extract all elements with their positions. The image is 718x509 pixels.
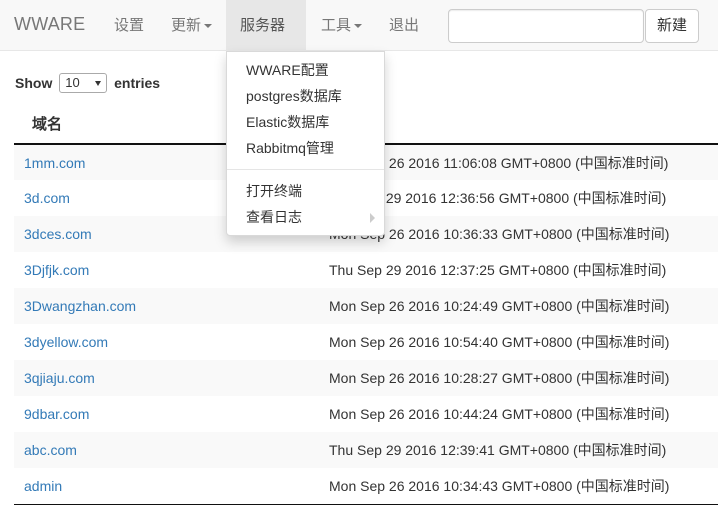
domain-link[interactable]: 3qjiaju.com [24,370,95,386]
time-cell: Mon Sep 26 2016 10:28:27 GMT+0800 (中国标准时… [319,360,718,396]
length-prefix: Show [15,75,53,92]
nav-update[interactable]: 更新 [157,0,226,51]
domain-link[interactable]: 3d.com [24,190,70,206]
menu-item-terminal[interactable]: 打开终端 [227,178,384,204]
nav-tools[interactable]: 工具 [307,0,376,51]
chevron-right-icon [370,213,375,223]
domain-link[interactable]: 9dbar.com [24,406,89,422]
domain-link[interactable]: admin [24,478,62,494]
caret-down-icon [354,24,363,29]
caret-down-icon [204,24,213,29]
nav-settings-label: 设置 [114,17,145,34]
length-suffix: entries [114,75,161,92]
nav-logout[interactable]: 退出 [375,0,433,51]
nav-tools-label: 工具 [321,17,352,34]
table-row: 3Dwangzhan.com Mon Sep 26 2016 10:24:49 … [14,288,718,324]
domain-link[interactable]: 3Djfjk.com [24,262,89,278]
server-dropdown-menu: WWARE配置 postgres数据库 Elastic数据库 Rabbitmq管… [226,51,385,236]
nav-server-label: 服务器 [240,17,286,34]
table-row: 3qjiaju.com Mon Sep 26 2016 10:28:27 GMT… [14,360,718,396]
menu-item-rabbitmq[interactable]: Rabbitmq管理 [227,135,384,161]
entries-length-control: Show 10 entries [15,71,161,94]
nav-settings[interactable]: 设置 [100,0,158,51]
menu-item-logs[interactable]: 查看日志 [227,204,384,230]
brand-logo[interactable]: WWARE [14,14,85,35]
table-row: 3Djfjk.com Thu Sep 29 2016 12:37:25 GMT+… [14,252,718,288]
new-button[interactable]: 新建 [645,9,699,43]
domain-link[interactable]: abc.com [24,442,77,458]
menu-item-elastic[interactable]: Elastic数据库 [227,109,384,135]
time-cell: Thu Sep 29 2016 12:37:25 GMT+0800 (中国标准时… [329,262,667,278]
time-cell: Mon Sep 26 2016 10:54:40 GMT+0800 (中国标准时… [329,334,670,350]
table-row: abc.com Thu Sep 29 2016 12:39:41 GMT+080… [14,432,718,468]
domain-link[interactable]: 3Dwangzhan.com [24,298,136,314]
entries-select[interactable]: 10 [59,73,108,94]
menu-item-wware-config[interactable]: WWARE配置 [227,57,384,83]
select-arrow-icon [95,81,102,87]
domain-link[interactable]: 1mm.com [24,155,85,171]
nav-server[interactable]: 服务器 [226,0,306,80]
time-cell: Mon Sep 26 2016 10:44:24 GMT+0800 (中国标准时… [329,406,670,422]
time-cell: Mon Sep 26 2016 10:34:43 GMT+0800 (中国标准时… [319,468,718,505]
domain-link[interactable]: 3dyellow.com [24,334,108,350]
new-item-input[interactable] [448,9,644,43]
time-cell: Mon Sep 26 2016 10:24:49 GMT+0800 (中国标准时… [319,288,718,324]
domain-link[interactable]: 3dces.com [24,226,92,242]
table-row: admin Mon Sep 26 2016 10:34:43 GMT+0800 … [14,468,718,505]
table-row: 9dbar.com Mon Sep 26 2016 10:44:24 GMT+0… [14,396,718,432]
nav-update-label: 更新 [171,17,202,34]
nav-logout-label: 退出 [389,17,420,34]
menu-item-logs-label: 查看日志 [246,209,302,225]
entries-select-value: 10 [65,75,80,91]
navbar: WWARE 设置 更新 服务器 工具 退出 新建 [0,0,718,80]
table-row: 3dyellow.com Mon Sep 26 2016 10:54:40 GM… [14,324,718,360]
time-cell: Thu Sep 29 2016 12:39:41 GMT+0800 (中国标准时… [319,432,718,468]
menu-item-postgres[interactable]: postgres数据库 [227,83,384,109]
menu-divider [227,169,384,170]
